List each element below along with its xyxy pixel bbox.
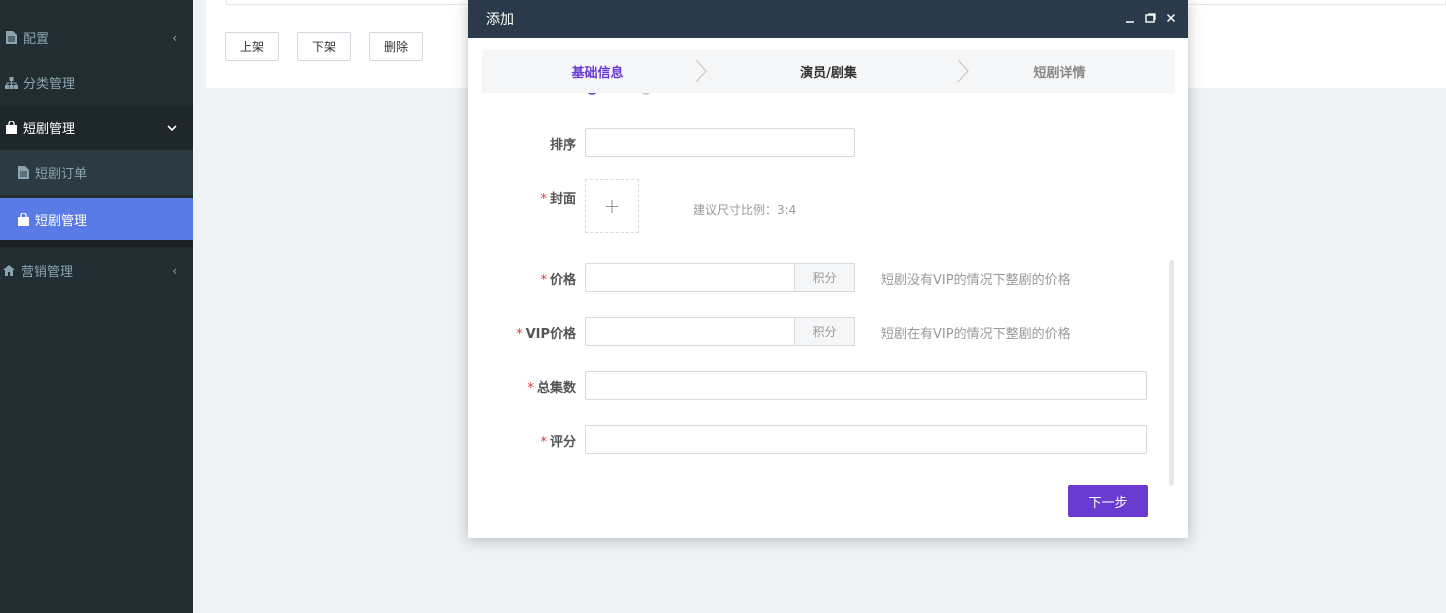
sidebar-item-drama-orders[interactable]: 短剧订单 bbox=[0, 150, 193, 195]
form-area: 排序 *封面 + 建议尺寸比例：3:4 *价格 积分 短剧没有VIP的情况下整剧… bbox=[468, 93, 1188, 538]
sort-input[interactable] bbox=[585, 128, 855, 157]
radio-checked-icon[interactable] bbox=[586, 93, 598, 95]
step-drama-details[interactable]: 短剧详情 bbox=[944, 50, 1175, 93]
vip-price-label: *VIP价格 bbox=[468, 323, 576, 342]
minimize-icon[interactable] bbox=[1125, 12, 1135, 26]
on-shelf-button[interactable]: 上架 bbox=[225, 32, 279, 61]
scrolled-radio-row bbox=[468, 93, 1188, 95]
modal-header: 添加 bbox=[468, 0, 1188, 38]
sidebar-item-label: 营销管理 bbox=[21, 261, 73, 280]
delete-button[interactable]: 删除 bbox=[369, 32, 423, 61]
sidebar-item-drama-manage[interactable]: 短剧管理 bbox=[0, 198, 193, 240]
close-icon[interactable] bbox=[1166, 12, 1176, 26]
sidebar-item-label: 分类管理 bbox=[23, 73, 75, 92]
sidebar-item-marketing[interactable]: 营销管理 ‹ bbox=[0, 248, 193, 293]
sidebar-item-category[interactable]: 分类管理 bbox=[0, 60, 193, 105]
sidebar-item-drama-group[interactable]: 短剧管理 bbox=[0, 105, 193, 150]
maximize-icon[interactable] bbox=[1145, 12, 1156, 26]
rating-label: *评分 bbox=[468, 431, 576, 450]
sidebar-item-label: 配置 bbox=[23, 28, 49, 47]
shopping-bag-icon bbox=[16, 212, 30, 226]
file-icon bbox=[4, 31, 18, 45]
window-controls bbox=[1125, 0, 1176, 38]
cover-hint: 建议尺寸比例：3:4 bbox=[693, 201, 796, 218]
plus-icon: + bbox=[604, 194, 621, 218]
total-episodes-label: *总集数 bbox=[468, 377, 576, 396]
step-navigator: 基础信息 演员/剧集 短剧详情 bbox=[482, 50, 1175, 93]
step-basic-info[interactable]: 基础信息 bbox=[482, 50, 713, 93]
price-hint: 短剧没有VIP的情况下整剧的价格 bbox=[881, 269, 1071, 288]
sort-label: 排序 bbox=[468, 134, 576, 153]
cover-upload-button[interactable]: + bbox=[585, 179, 639, 233]
chevron-down-icon bbox=[167, 121, 177, 135]
sidebar-item-label: 短剧管理 bbox=[35, 210, 87, 229]
add-modal: 添加 基础信息 演员/剧集 短剧详情 排序 bbox=[468, 0, 1188, 538]
sitemap-icon bbox=[4, 76, 18, 90]
step-actors-episodes[interactable]: 演员/剧集 bbox=[713, 50, 944, 93]
home-icon bbox=[2, 264, 16, 278]
sidebar: 配置 ‹ 分类管理 短剧管理 短剧订单 短剧管理 营销管理 ‹ bbox=[0, 0, 193, 613]
price-label: *价格 bbox=[468, 269, 576, 288]
vip-price-unit: 积分 bbox=[794, 317, 855, 346]
vip-price-hint: 短剧在有VIP的情况下整剧的价格 bbox=[881, 323, 1071, 342]
total-episodes-input[interactable] bbox=[585, 371, 1147, 400]
chevron-left-icon: ‹ bbox=[172, 264, 177, 278]
step-chevron-icon bbox=[688, 58, 714, 84]
sidebar-item-label: 短剧管理 bbox=[23, 118, 75, 137]
cover-label: *封面 bbox=[468, 188, 576, 207]
rating-input[interactable] bbox=[585, 425, 1147, 454]
off-shelf-button[interactable]: 下架 bbox=[297, 32, 351, 61]
form-scrollbar[interactable] bbox=[1169, 260, 1174, 486]
chevron-left-icon: ‹ bbox=[172, 31, 177, 45]
sidebar-item-config[interactable]: 配置 ‹ bbox=[0, 15, 193, 60]
shopping-bag-icon bbox=[4, 121, 18, 135]
modal-title: 添加 bbox=[486, 9, 514, 29]
sidebar-divider bbox=[0, 240, 193, 247]
sidebar-item-label: 短剧订单 bbox=[35, 163, 87, 182]
vip-price-input[interactable] bbox=[585, 317, 795, 346]
radio-unchecked-icon[interactable] bbox=[640, 93, 652, 95]
step-chevron-icon bbox=[950, 58, 976, 84]
next-step-button[interactable]: 下一步 bbox=[1068, 485, 1148, 517]
price-unit: 积分 bbox=[794, 263, 855, 292]
file-icon bbox=[16, 166, 30, 180]
price-input[interactable] bbox=[585, 263, 795, 292]
